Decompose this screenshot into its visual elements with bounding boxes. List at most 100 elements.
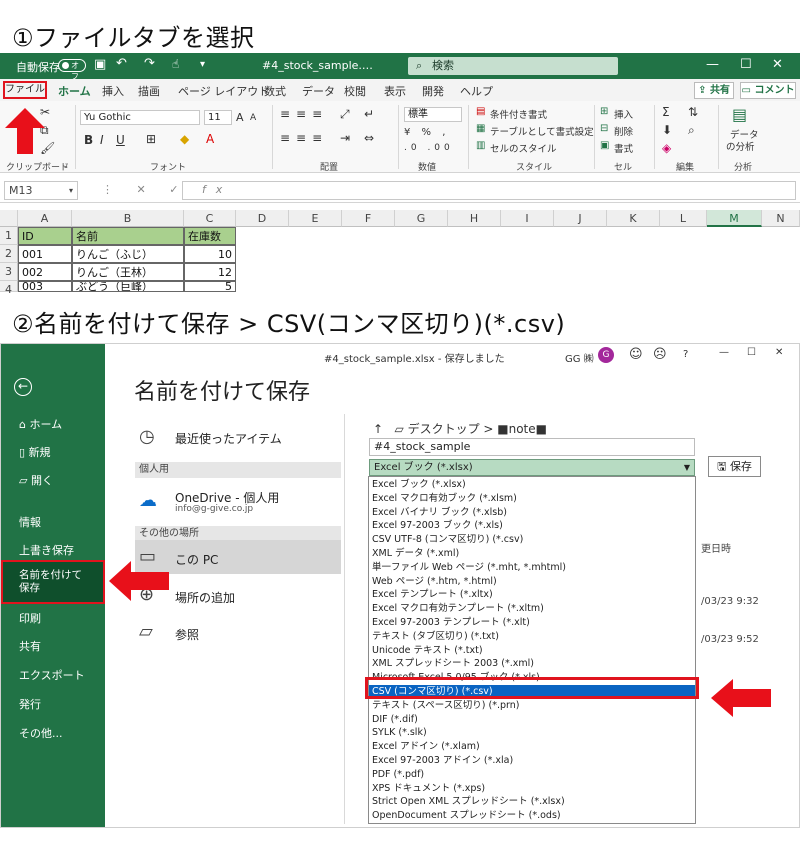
cell-C3[interactable]: 12: [184, 263, 236, 281]
filetype-option[interactable]: テキスト (タブ区切り) (*.txt): [369, 630, 695, 644]
column-header[interactable]: C: [184, 210, 236, 227]
column-header[interactable]: I: [501, 210, 554, 227]
breadcrumb-path[interactable]: デスクトップ > ■note■: [408, 422, 547, 436]
filetype-option[interactable]: Excel バイナリ ブック (*.xlsb): [369, 506, 695, 520]
bold-icon[interactable]: B: [84, 133, 93, 147]
filetype-option[interactable]: Web ページ (*.htm, *.html): [369, 575, 695, 589]
vertical-align-icons[interactable]: ≡≡≡: [280, 107, 328, 121]
filetype-option[interactable]: 単一ファイル Web ページ (*.mht, *.mhtml): [369, 561, 695, 575]
indent-icon[interactable]: ⇥: [340, 131, 350, 145]
customize-qat-icon[interactable]: ▾: [200, 59, 205, 70]
tab-review[interactable]: 校閲: [344, 83, 366, 99]
borders-icon[interactable]: ⊞: [146, 132, 156, 146]
nav-share[interactable]: 共有: [19, 638, 41, 654]
filename-input[interactable]: #4_stock_sample: [369, 438, 695, 456]
insert-cells-label[interactable]: 挿入: [614, 107, 633, 121]
underline-icon[interactable]: U: [116, 133, 125, 147]
nav-home[interactable]: ⌂ ホーム: [19, 416, 62, 432]
chevron-down-icon[interactable]: ▾: [69, 182, 73, 199]
filetype-option[interactable]: テキスト (スペース区切り) (*.prn): [369, 699, 695, 713]
tab-insert[interactable]: 挿入: [102, 83, 124, 99]
filetype-option[interactable]: OpenDocument スプレッドシート (*.ods): [369, 809, 695, 823]
row-header[interactable]: 4: [0, 281, 18, 296]
formula-input[interactable]: [182, 181, 796, 200]
filetype-option[interactable]: CSV UTF-8 (コンマ区切り) (*.csv): [369, 533, 695, 547]
number-format-select[interactable]: 標準: [404, 107, 462, 122]
minimize-button[interactable]: —: [706, 57, 719, 72]
maximize-button[interactable]: ☐: [747, 347, 756, 358]
nav-print[interactable]: 印刷: [19, 610, 41, 626]
cell-C1[interactable]: 在庫数: [184, 227, 236, 245]
filetype-option[interactable]: Excel テンプレート (*.xltx): [369, 588, 695, 602]
italic-icon[interactable]: I: [100, 133, 104, 147]
horizontal-align-icons[interactable]: ≡≡≡: [280, 131, 328, 145]
cell-A3[interactable]: 002: [18, 263, 72, 281]
filetype-select[interactable]: Excel ブック (*.xlsx) ▼: [369, 459, 695, 476]
tab-data[interactable]: データ: [302, 83, 335, 99]
filetype-option[interactable]: PDF (*.pdf): [369, 768, 695, 782]
clipboard-launcher-icon[interactable]: ⌟: [64, 160, 68, 169]
cell-A1[interactable]: ID: [18, 227, 72, 245]
decimal-icons[interactable]: .0 .00: [404, 143, 454, 153]
comment-button[interactable]: ▭ コメント: [740, 82, 796, 99]
filetype-option[interactable]: XML データ (*.xml): [369, 547, 695, 561]
close-button[interactable]: ✕: [775, 347, 783, 358]
table-format-label[interactable]: テーブルとして書式設定: [490, 124, 594, 138]
column-header[interactable]: G: [395, 210, 448, 227]
format-cells-label[interactable]: 書式: [614, 141, 633, 155]
cell-B1[interactable]: 名前: [72, 227, 184, 245]
sort-filter-icon[interactable]: ⇅: [688, 105, 698, 119]
conditional-format-label[interactable]: 条件付き書式: [490, 107, 547, 121]
font-size-select[interactable]: 11: [204, 110, 232, 125]
column-header[interactable]: D: [236, 210, 289, 227]
row-header[interactable]: 2: [0, 245, 18, 263]
filetype-option[interactable]: Excel 97-2003 テンプレート (*.xlt): [369, 616, 695, 630]
font-color-icon[interactable]: A: [206, 132, 214, 146]
find-icon[interactable]: ⌕: [688, 123, 695, 138]
tab-formulas[interactable]: 数式: [264, 83, 286, 99]
cell-style-label[interactable]: セルのスタイル: [490, 141, 557, 155]
cell-C2[interactable]: 10: [184, 245, 236, 263]
row-header[interactable]: 3: [0, 263, 18, 281]
shrink-font-icon[interactable]: A: [250, 113, 256, 123]
tab-home[interactable]: ホーム: [58, 83, 91, 103]
frown-icon[interactable]: ☹: [653, 347, 667, 362]
avatar[interactable]: G: [598, 347, 614, 363]
filetype-option[interactable]: Excel ブック (*.xlsx): [369, 478, 695, 492]
column-header[interactable]: N: [762, 210, 800, 227]
close-button[interactable]: ✕: [772, 57, 783, 72]
tab-view[interactable]: 表示: [384, 83, 406, 99]
filetype-option[interactable]: Excel 97-2003 アドイン (*.xla): [369, 754, 695, 768]
cell-B2[interactable]: りんご（ふじ）: [72, 245, 184, 263]
search-box[interactable]: ⌕ 検索: [408, 57, 618, 75]
grow-font-icon[interactable]: A: [236, 111, 244, 124]
save-button[interactable]: 🖫 保存: [708, 456, 761, 477]
share-button[interactable]: ⇪ 共有: [694, 82, 734, 99]
currency-percent-icons[interactable]: ¥ % ,: [404, 127, 449, 138]
merge-icon[interactable]: ⇔: [364, 131, 374, 145]
up-arrow-icon[interactable]: ↑: [373, 422, 383, 436]
add-place[interactable]: 場所の追加: [175, 589, 235, 606]
filetype-option[interactable]: XPS ドキュメント (*.xps): [369, 782, 695, 796]
wrap-text-icon[interactable]: ↵: [364, 107, 374, 121]
nav-info[interactable]: 情報: [19, 514, 41, 530]
filetype-option[interactable]: Strict Open XML スプレッドシート (*.xlsx): [369, 795, 695, 809]
column-header[interactable]: J: [554, 210, 607, 227]
fill-icon[interactable]: ⬇: [662, 123, 672, 137]
filetype-option[interactable]: Excel アドイン (*.xlam): [369, 740, 695, 754]
help-button[interactable]: ?: [683, 349, 688, 360]
filetype-option[interactable]: Excel マクロ有効テンプレート (*.xltm): [369, 602, 695, 616]
cell-A4[interactable]: 003: [18, 281, 72, 292]
nav-more[interactable]: その他...: [19, 725, 63, 741]
filetype-option[interactable]: SYLK (*.slk): [369, 726, 695, 740]
column-header[interactable]: K: [607, 210, 660, 227]
cell-B4[interactable]: ぶどう（巨峰）: [72, 281, 184, 292]
touch-mode-icon[interactable]: ☝: [172, 57, 179, 71]
tab-developer[interactable]: 開発: [422, 83, 444, 99]
nav-export[interactable]: エクスポート: [19, 667, 85, 683]
row-header[interactable]: 1: [0, 227, 18, 245]
fill-color-icon[interactable]: ◆: [180, 132, 189, 146]
redo-icon[interactable]: ↷: [144, 56, 155, 71]
select-all-corner[interactable]: [0, 210, 18, 227]
tab-page-layout[interactable]: ページ レイアウト: [178, 83, 269, 99]
